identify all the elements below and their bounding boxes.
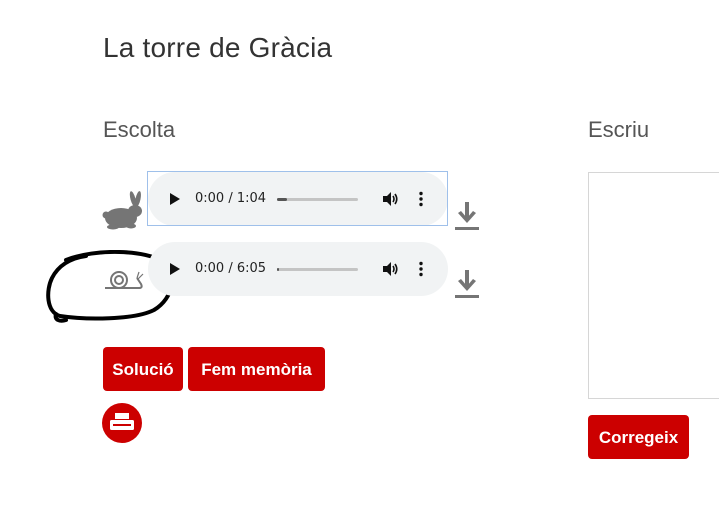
check-button[interactable]: Corregeix [588,415,689,459]
download-icon[interactable] [454,200,480,232]
solution-button[interactable]: Solució [103,347,183,391]
play-icon[interactable] [170,263,180,275]
audio-player-slow[interactable]: 0:00 / 6:05 [148,242,448,296]
memory-button[interactable]: Fem memòria [188,347,325,391]
time-display: 0:00 / 6:05 [195,261,267,276]
write-textarea[interactable] [588,172,719,399]
download-icon[interactable] [454,268,480,300]
write-heading: Escriu [588,117,650,142]
volume-icon[interactable] [381,260,399,278]
seek-bar[interactable] [277,268,358,271]
listen-heading: Escolta [103,117,176,142]
rabbit-icon [102,191,142,230]
page-title: La torre de Gràcia [103,32,333,63]
more-options-icon[interactable] [418,261,424,277]
focus-outline [147,171,448,226]
print-button[interactable] [102,403,142,443]
seek-progress [277,268,279,271]
printer-icon [110,413,134,430]
